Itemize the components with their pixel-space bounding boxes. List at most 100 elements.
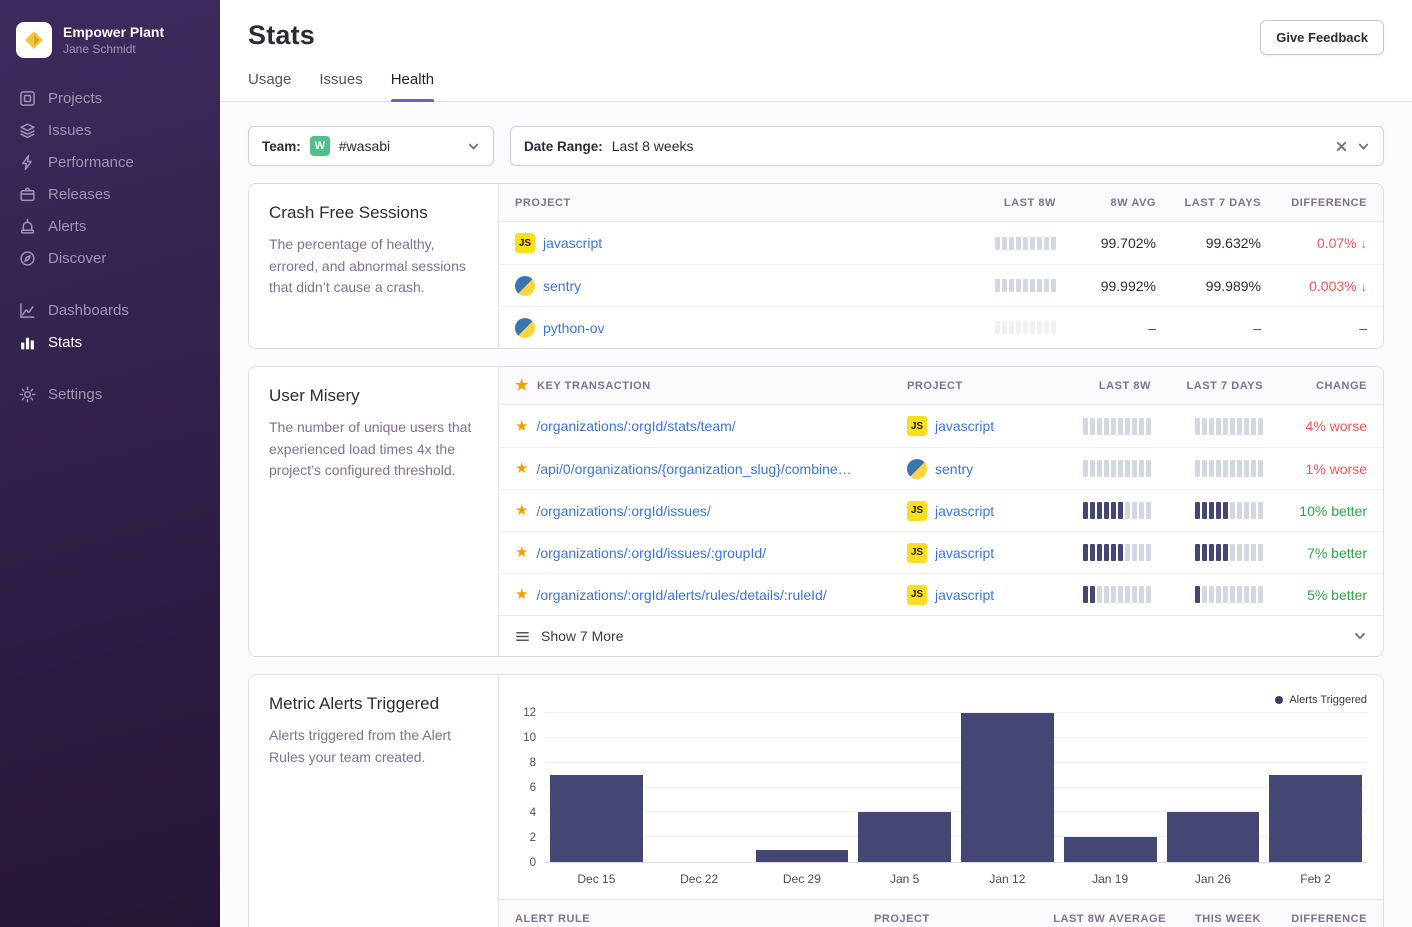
project-link[interactable]: javascript: [935, 587, 994, 603]
sidebar-item-discover[interactable]: Discover: [0, 242, 220, 274]
sidebar-item-label: Stats: [48, 334, 82, 351]
tab-usage[interactable]: Usage: [248, 71, 291, 101]
sidebar-nav: Projects Issues Performance Releases Ale…: [0, 66, 220, 410]
panel-desc-text: The number of unique users that experien…: [269, 417, 478, 482]
team-select[interactable]: Team: W #wasabi: [248, 126, 494, 166]
settings-icon: [18, 385, 36, 403]
content-area: Team: W #wasabi Date Range: Last 8 weeks…: [220, 102, 1412, 927]
alerts-chart-plot: [545, 713, 1367, 863]
project-link[interactable]: javascript: [935, 503, 994, 519]
user-name: Jane Schmidt: [63, 42, 164, 56]
project-link[interactable]: javascript: [935, 545, 994, 561]
chart-bar: [853, 713, 956, 862]
sessions-sparkline: [995, 237, 1056, 250]
page-title: Stats: [248, 20, 315, 51]
col-difference: Difference: [1261, 197, 1367, 209]
chart-x-label: Jan 26: [1162, 872, 1265, 886]
change-value: 5% better: [1263, 587, 1367, 603]
panel-description: Crash Free Sessions The percentage of he…: [249, 184, 499, 348]
sidebar-item-performance[interactable]: Performance: [0, 146, 220, 178]
sidebar-item-projects[interactable]: Projects: [0, 82, 220, 114]
chart-legend: Alerts Triggered: [515, 687, 1367, 713]
chart-bar: [751, 713, 854, 862]
python-platform-icon: [515, 276, 535, 296]
tab-bar: Usage Issues Health: [220, 55, 1412, 102]
key-transaction-star-icon[interactable]: ★: [515, 461, 528, 476]
sidebar-item-issues[interactable]: Issues: [0, 114, 220, 146]
clear-date-icon[interactable]: [1335, 140, 1348, 153]
key-transaction-star-icon[interactable]: ★: [515, 545, 528, 560]
list-icon: [515, 629, 530, 644]
project-link[interactable]: javascript: [543, 235, 602, 251]
table-row: JS javascript 99.702% 99.632% 0.07% ↓: [499, 222, 1383, 264]
last-7d-value: –: [1156, 320, 1261, 336]
give-feedback-button[interactable]: Give Feedback: [1260, 20, 1384, 55]
python-platform-icon: [907, 459, 927, 479]
misery-sparkline-8w: [1083, 502, 1151, 519]
date-range-select[interactable]: Date Range: Last 8 weeks: [510, 126, 1384, 166]
date-range-label: Date Range:: [524, 139, 603, 154]
show-more-label: Show 7 More: [541, 628, 623, 644]
col-change: Change: [1263, 380, 1367, 392]
key-transaction-star-icon[interactable]: ★: [515, 503, 528, 518]
project-link[interactable]: python-ov: [543, 320, 604, 336]
down-arrow-icon: ↓: [1361, 279, 1368, 294]
chevron-down-icon: [1353, 629, 1367, 643]
panel-desc-text: The percentage of healthy, errored, and …: [269, 234, 478, 299]
misery-sparkline-7d: [1195, 502, 1263, 519]
performance-icon: [18, 153, 36, 171]
chevron-down-icon: [1357, 140, 1370, 153]
transaction-link[interactable]: /organizations/:orgId/alerts/rules/detai…: [536, 587, 826, 603]
sidebar-item-label: Releases: [48, 186, 111, 203]
sidebar-item-stats[interactable]: Stats: [0, 326, 220, 358]
table-row: ★ /organizations/:orgId/issues/ JS javas…: [499, 489, 1383, 531]
misery-sparkline-8w: [1083, 586, 1151, 603]
panel-title: Metric Alerts Triggered: [269, 694, 478, 714]
org-logo-icon: [16, 22, 52, 58]
col-alert-rule: Alert Rule: [515, 913, 874, 925]
transaction-link[interactable]: /api/0/organizations/{organization_slug}…: [536, 461, 851, 477]
sidebar-item-dashboards[interactable]: Dashboards: [0, 294, 220, 326]
project-link[interactable]: sentry: [543, 278, 581, 294]
col-this-week: This Week: [1166, 913, 1261, 925]
key-transaction-star-icon[interactable]: ★: [515, 419, 528, 434]
sidebar-item-settings[interactable]: Settings: [0, 378, 220, 410]
chart-bar: [1162, 713, 1265, 862]
show-more-button[interactable]: Show 7 More: [499, 615, 1383, 656]
table-row: ★ /organizations/:orgId/issues/:groupId/…: [499, 531, 1383, 573]
sidebar-item-releases[interactable]: Releases: [0, 178, 220, 210]
team-value: #wasabi: [339, 138, 390, 154]
difference-value: 0.07% ↓: [1261, 235, 1367, 251]
star-icon: ★: [515, 378, 529, 393]
sessions-sparkline: [995, 321, 1056, 334]
filter-bar: Team: W #wasabi Date Range: Last 8 weeks: [248, 126, 1384, 166]
table-row: sentry 99.992% 99.989% 0.003% ↓: [499, 264, 1383, 306]
tab-issues[interactable]: Issues: [319, 71, 362, 101]
javascript-platform-icon: JS: [907, 416, 927, 436]
col-last-7-days: Last 7 Days: [1156, 197, 1261, 209]
transaction-link[interactable]: /organizations/:orgId/issues/:groupId/: [536, 545, 766, 561]
project-link[interactable]: javascript: [935, 418, 994, 434]
chart-x-label: Dec 22: [648, 872, 751, 886]
sidebar-item-label: Settings: [48, 386, 102, 403]
change-value: 10% better: [1263, 503, 1367, 519]
sidebar-item-label: Alerts: [48, 218, 86, 235]
org-name: Empower Plant: [63, 24, 164, 40]
panel-desc-text: Alerts triggered from the Alert Rules yo…: [269, 725, 478, 768]
transaction-link[interactable]: /organizations/:orgId/stats/team/: [536, 418, 735, 434]
misery-sparkline-7d: [1195, 418, 1263, 435]
chart-x-label: Dec 15: [545, 872, 648, 886]
sidebar-item-alerts[interactable]: Alerts: [0, 210, 220, 242]
sidebar-item-label: Dashboards: [48, 302, 129, 319]
avg-8w-value: –: [1056, 320, 1156, 336]
project-link[interactable]: sentry: [935, 461, 973, 477]
org-switcher[interactable]: Empower Plant Jane Schmidt: [0, 14, 220, 66]
key-transaction-star-icon[interactable]: ★: [515, 587, 528, 602]
tab-health[interactable]: Health: [391, 71, 434, 101]
chart-x-label: Feb 2: [1264, 872, 1367, 886]
down-arrow-icon: ↓: [1361, 236, 1368, 251]
col-difference: Difference: [1261, 913, 1367, 925]
alert-table-header: Alert Rule Project Last 8W Average This …: [499, 899, 1383, 927]
transaction-link[interactable]: /organizations/:orgId/issues/: [536, 503, 710, 519]
javascript-platform-icon: JS: [907, 501, 927, 521]
